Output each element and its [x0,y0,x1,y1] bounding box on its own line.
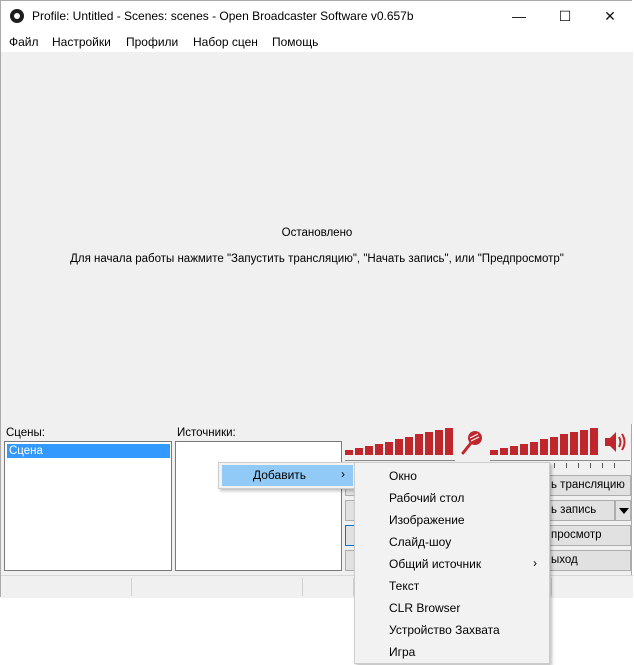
window-title: Profile: Untitled - Scenes: scenes - Ope… [32,9,414,23]
preview-area: Остановлено Для начала работы нажмите "З… [1,52,633,424]
desktop-meter-bar [500,448,508,455]
submenu-item-label: Окно [389,469,417,483]
submenu-item-label: Устройство Захвата [389,623,500,637]
start-streaming-label: ь трансляцию [551,479,625,491]
submenu-item-desktop[interactable]: Рабочий стол [355,487,549,509]
menu-help[interactable]: Помощь [272,35,318,49]
submenu-item-image[interactable]: Изображение [355,509,549,531]
microphone-icon[interactable] [459,429,485,455]
submenu-item-label: Текст [389,579,420,593]
add-menu-label: Добавить [253,468,307,482]
add-menu-item[interactable]: Добавить › [222,465,353,486]
menu-profiles[interactable]: Профили [126,35,178,49]
close-button[interactable]: ✕ [587,1,633,32]
status-cell [551,578,632,596]
sources-context-menu: Добавить › [218,462,356,489]
mic-meter-bar [385,442,393,455]
status-cell [132,578,303,596]
submenu-item-game[interactable]: Игра [355,641,549,663]
submenu-item-label: Изображение [389,513,465,527]
desktop-meter-bar [510,446,518,455]
add-source-submenu: Окно Рабочий стол Изображение Слайд-шоу … [354,462,550,664]
chevron-down-icon [619,508,629,514]
submenu-item-label: Игра [389,645,416,659]
mic-meter-bar [345,450,353,455]
submenu-arrow-icon: › [341,467,345,481]
menu-file[interactable]: Файл [9,35,39,49]
mic-meter-bar [405,437,413,455]
obs-logo-icon [10,9,24,23]
preview-button-label: просмотр [551,529,602,541]
mic-meter-bar [365,446,373,455]
mic-meter-bar [355,448,363,455]
submenu-item-shared-source[interactable]: Общий источник › [355,553,549,575]
menu-bar: Файл Настройки Профили Набор сцен Помощь [1,32,633,53]
desktop-meter-bar [590,428,598,455]
preview-status-text: Остановлено [281,227,353,239]
sources-list[interactable] [175,441,342,571]
desktop-meter-bar [570,432,578,455]
mic-meter-bar [375,444,383,455]
submenu-item-label: CLR Browser [389,601,461,615]
submenu-item-text[interactable]: Текст [355,575,549,597]
submenu-item-label: Общий источник [389,557,482,571]
status-cell [303,578,354,596]
desktop-meter-bar [560,434,568,455]
recording-dropdown-button[interactable] [615,500,631,521]
speaker-icon[interactable] [603,429,629,455]
mic-meter-bar [445,428,453,455]
minimize-button[interactable]: — [496,1,542,32]
submenu-item-label: Слайд-шоу [389,535,452,549]
scenes-list[interactable]: Сцена [4,441,172,571]
submenu-item-slideshow[interactable]: Слайд-шоу [355,531,549,553]
desktop-meter-bar [520,444,528,455]
preview-hint-text: Для начала работы нажмите "Запустить тра… [70,253,564,265]
mic-meter-bar [435,430,443,455]
desktop-meter-bar [490,450,498,455]
desktop-meter-bar [540,439,548,455]
desktop-meter-bar [530,442,538,455]
mic-meter-bar [425,432,433,455]
scene-item[interactable]: Сцена [7,444,170,458]
start-recording-label: ь запись [551,504,597,516]
title-bar[interactable]: Profile: Untitled - Scenes: scenes - Ope… [1,1,633,32]
mic-meter-bar [395,439,403,455]
mic-meter-bar [415,434,423,455]
submenu-item-window[interactable]: Окно [355,465,549,487]
mic-volume-slider[interactable] [345,460,455,461]
chevron-right-icon: › [533,556,537,570]
menu-scene-collection[interactable]: Набор сцен [193,35,258,49]
desktop-meter-bar [550,437,558,455]
submenu-item-label: Рабочий стол [389,491,465,505]
desktop-meter-bar [580,430,588,455]
desktop-volume-slider[interactable] [490,460,630,461]
maximize-button[interactable]: ☐ [542,1,588,32]
exit-button-label: ыход [551,554,578,566]
scenes-label: Сцены: [6,427,45,439]
submenu-item-capture-device[interactable]: Устройство Захвата [355,619,549,641]
submenu-item-clr-browser[interactable]: CLR Browser [355,597,549,619]
sources-label: Источники: [177,427,236,439]
status-cell [1,578,132,596]
menu-settings[interactable]: Настройки [52,35,111,49]
